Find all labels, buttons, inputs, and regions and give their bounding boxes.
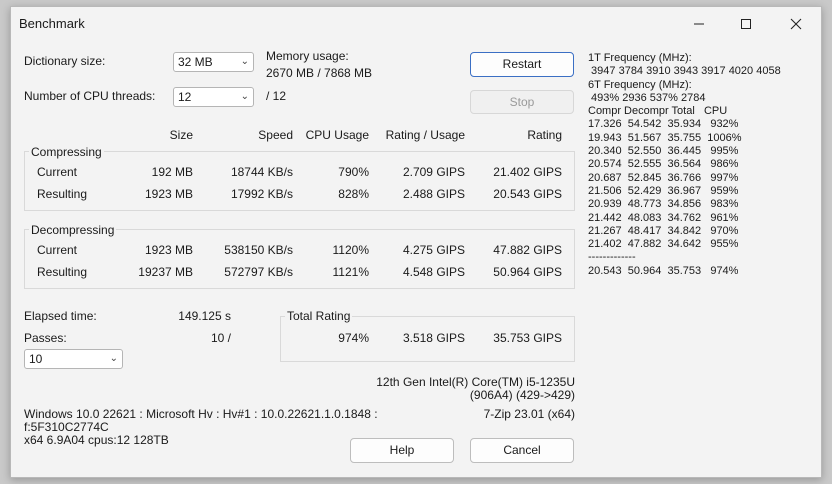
column-rating-usage: Rating / Usage — [385, 128, 465, 142]
rating-value: 20.543 GIPS — [493, 187, 562, 201]
column-size: Size — [169, 128, 193, 142]
rating-usage-value: 4.548 GIPS — [402, 265, 465, 279]
column-rating: Rating — [527, 128, 562, 142]
minimize-icon — [694, 23, 704, 25]
speed-value: 538150 KB/s — [224, 243, 293, 257]
close-icon — [790, 18, 802, 30]
benchmark-window: Benchmark Dictionary size: 32 MB ⌄ Numbe… — [10, 6, 822, 478]
rating-value: 47.882 GIPS — [493, 243, 562, 257]
decompressing-group — [24, 229, 575, 289]
cpu-model: 12th Gen Intel(R) Core(TM) i5-1235U — [376, 375, 575, 389]
speed-value: 572797 KB/s — [224, 265, 293, 279]
close-button[interactable] — [773, 9, 819, 39]
frequency-log: 1T Frequency (MHz): 3947 3784 3910 3943 … — [588, 52, 781, 278]
elapsed-time-value: 149.125 s — [178, 309, 231, 323]
passes-select-value: 10 — [29, 352, 43, 366]
system-info-line2: f:5F310C2774C — [24, 420, 109, 434]
system-info-line1: Windows 10.0 22621 : Microsoft Hv : Hv#1… — [24, 407, 378, 421]
freq-6t-label: 6T Frequency (MHz): — [588, 78, 692, 91]
pass-log-row: 20.939 48.773 34.856 983% — [588, 198, 739, 211]
stop-button[interactable]: Stop — [470, 90, 574, 114]
cancel-button[interactable]: Cancel — [470, 438, 574, 463]
size-value: 19237 MB — [138, 265, 193, 279]
cpu-usage-value: 1121% — [332, 265, 369, 279]
dictionary-size-select[interactable]: 32 MB ⌄ — [173, 52, 254, 72]
size-value: 1923 MB — [144, 243, 193, 257]
cpu-threads-label: Number of CPU threads: — [24, 89, 156, 103]
compressing-group — [24, 151, 575, 211]
chevron-down-icon: ⌄ — [240, 56, 249, 67]
dictionary-size-label: Dictionary size: — [24, 54, 106, 68]
pass-log-row: 20.687 52.845 36.766 997% — [588, 171, 739, 184]
minimize-button[interactable] — [676, 9, 722, 39]
decompressing-title: Decompressing — [29, 223, 117, 237]
cpu-threads-value: 12 — [178, 90, 192, 104]
pass-log-separator: ------------- — [588, 251, 636, 264]
pass-log-row: 20.574 52.555 36.564 986% — [588, 158, 739, 171]
row-label: Current — [37, 243, 78, 257]
total-rating-usage: 3.518 GIPS — [402, 331, 465, 345]
compressing-title: Compressing — [29, 145, 104, 159]
rating-usage-value: 4.275 GIPS — [402, 243, 465, 257]
rating-usage-value: 2.488 GIPS — [402, 187, 465, 201]
pass-log-row: 21.267 48.417 34.842 970% — [588, 224, 739, 237]
freq-6t-values: 493% 2936 537% 2784 — [588, 91, 706, 104]
rating-value: 50.964 GIPS — [493, 265, 562, 279]
pass-log-row: 21.506 52.429 36.967 959% — [588, 184, 739, 197]
cpu-threads-total: / 12 — [266, 89, 287, 103]
chevron-down-icon: ⌄ — [240, 91, 249, 102]
row-label: Resulting — [37, 265, 88, 279]
passes-value: 10 / — [210, 331, 231, 345]
cpu-id: (906A4) (429->429) — [469, 388, 575, 402]
cpu-usage-value: 790% — [338, 165, 369, 179]
pass-log-row: 20.340 52.550 36.445 995% — [588, 145, 739, 158]
speed-value: 18744 KB/s — [230, 165, 293, 179]
maximize-button[interactable] — [723, 9, 769, 39]
freq-1t-values: 3947 3784 3910 3943 3917 4020 4058 — [588, 65, 781, 78]
speed-value: 17992 KB/s — [230, 187, 293, 201]
pass-log-row: 19.943 51.567 35.755 1006% — [588, 131, 742, 144]
pass-log-summary: 20.543 50.964 35.753 974% — [588, 264, 739, 277]
passes-select[interactable]: 10 ⌄ — [24, 349, 123, 369]
window-title: Benchmark — [19, 16, 85, 31]
help-button[interactable]: Help — [350, 438, 454, 463]
dictionary-size-value: 32 MB — [178, 55, 213, 69]
passes-label: Passes: — [24, 331, 67, 345]
elapsed-time-label: Elapsed time: — [24, 309, 97, 323]
rating-value: 21.402 GIPS — [493, 165, 562, 179]
maximize-icon — [741, 19, 751, 29]
column-speed: Speed — [258, 128, 293, 142]
size-value: 192 MB — [151, 165, 193, 179]
chevron-down-icon: ⌄ — [109, 353, 118, 364]
pass-log-row: 17.326 54.542 35.934 932% — [588, 118, 739, 131]
size-value: 1923 MB — [144, 187, 193, 201]
cpu-threads-select[interactable]: 12 ⌄ — [173, 87, 254, 107]
app-version: 7-Zip 23.01 (x64) — [483, 407, 575, 421]
total-rating-value: 35.753 GIPS — [493, 331, 562, 345]
cpu-usage-value: 828% — [338, 187, 369, 201]
restart-button[interactable]: Restart — [470, 52, 574, 77]
freq-1t-label: 1T Frequency (MHz): — [588, 52, 692, 64]
memory-usage-value: 2670 MB / 7868 MB — [266, 66, 373, 80]
rating-usage-value: 2.709 GIPS — [402, 165, 465, 179]
total-rating-title: Total Rating — [285, 309, 353, 323]
memory-usage-label: Memory usage: — [266, 49, 349, 63]
row-label: Resulting — [37, 187, 88, 201]
total-cpu-usage: 974% — [338, 331, 369, 345]
system-info-line3: x64 6.9A04 cpus:12 128TB — [24, 433, 169, 447]
cpu-usage-value: 1120% — [332, 243, 369, 257]
pass-log-row: 21.442 48.083 34.762 961% — [588, 211, 739, 224]
pass-log-row: 21.402 47.882 34.642 955% — [588, 238, 739, 251]
pass-log-header: Compr Decompr Total CPU — [588, 105, 728, 118]
row-label: Current — [37, 165, 78, 179]
column-cpu-usage: CPU Usage — [305, 128, 369, 142]
